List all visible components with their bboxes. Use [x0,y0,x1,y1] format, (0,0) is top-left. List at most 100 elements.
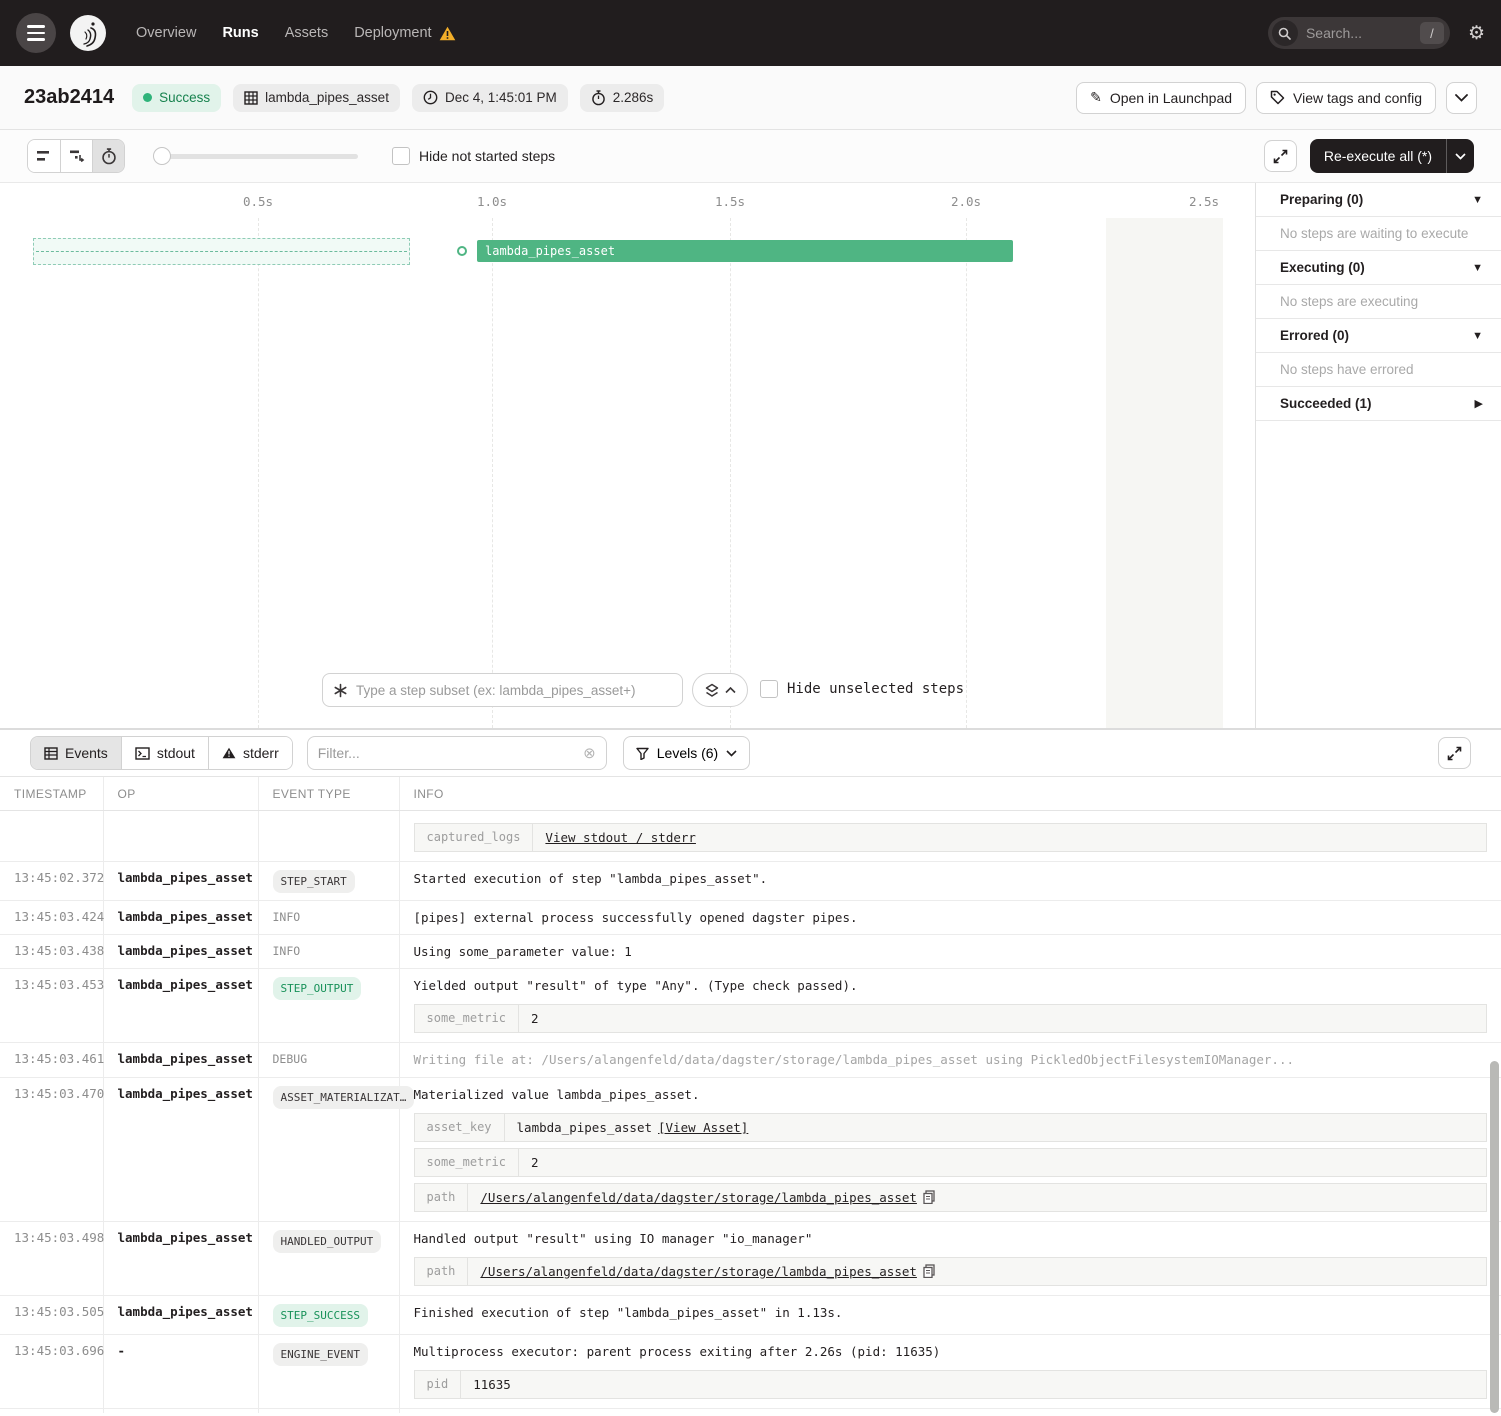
hide-unselected-checkbox[interactable] [760,680,778,698]
grid-icon [244,91,258,105]
run-id: 23ab2414 [24,86,114,109]
reexecute-caret-icon[interactable] [1446,139,1474,173]
gantt-expand-button[interactable] [1264,140,1297,172]
table-row[interactable]: 13:45:03.505 lambda_pipes_asset STEP_SUC… [0,1295,1501,1334]
cell-info: Started execution of step "lambda_pipes_… [399,862,1501,901]
event-type-badge: ENGINE_EVENT [273,1343,368,1366]
warning-triangle-icon [222,747,236,759]
cell-event-type: INFO [258,935,399,969]
cell-info: Handled output "result" using IO manager… [399,1221,1501,1295]
gear-icon[interactable]: ⚙ [1468,22,1485,45]
duration-label: 2.286s [613,90,654,105]
cell-op: lambda_pipes_asset [103,1043,258,1077]
cell-event-type: ENGINE_EVENT [258,1334,399,1408]
search-input[interactable] [1298,25,1420,41]
tag-icon [1270,90,1285,105]
dagster-logo-icon[interactable] [68,13,108,53]
cell-info: Using some_parameter value: 1 [399,935,1501,969]
header-more-button[interactable] [1446,82,1477,114]
stopwatch-icon [591,90,606,106]
table-icon [44,747,58,760]
cell-op: lambda_pipes_asset [103,969,258,1043]
gridline [730,218,731,728]
metadata-row: captured_logs View stdout / stderr [414,823,1488,852]
gantt-step-bar[interactable]: lambda_pipes_asset [477,240,1013,262]
section-title: Preparing (0) [1280,192,1363,207]
waterfall-view-icon[interactable] [60,140,92,172]
col-event-type: EVENT TYPE [258,777,399,811]
copy-icon[interactable] [923,1190,935,1204]
path-link[interactable]: /Users/alangenfeld/data/dagster/storage/… [480,1190,917,1205]
nav-overview-label: Overview [136,25,196,41]
cell-timestamp: 13:45:03.461 [0,1043,103,1077]
axis-tick: 1.5s [715,194,745,209]
table-row[interactable]: 13:45:03.696 - ENGINE_EVENT Multiprocess… [0,1334,1501,1408]
metadata-value: 2 [519,1005,551,1032]
op-selector-icon [333,683,348,698]
table-row[interactable]: 13:45:03.453 lambda_pipes_asset STEP_OUT… [0,969,1501,1043]
event-type-badge: STEP_OUTPUT [273,977,362,1000]
path-link[interactable]: /Users/alangenfeld/data/dagster/storage/… [480,1264,917,1279]
graph-options-button[interactable] [692,673,748,707]
table-row[interactable]: 13:45:02.372 lambda_pipes_asset STEP_STA… [0,862,1501,901]
log-message: Handled output "result" using IO manager… [414,1230,1488,1248]
panel-section-errored[interactable]: Errored (0) ▼ [1256,319,1501,353]
metadata-row: path /Users/alangenfeld/data/dagster/sto… [414,1257,1488,1286]
table-row[interactable]: 13:45:03.424 lambda_pipes_asset INFO [pi… [0,901,1501,935]
cell-timestamp: 13:45:03.498 [0,1221,103,1295]
col-timestamp: TIMESTAMP [0,777,103,811]
nav-runs-label: Runs [222,25,258,41]
tab-events[interactable]: Events [31,737,121,769]
job-tag[interactable]: lambda_pipes_asset [233,84,400,112]
scrollbar-thumb[interactable] [1490,1061,1499,1413]
view-asset-link[interactable]: [View Asset] [658,1120,748,1135]
terminal-icon [135,747,150,760]
table-row[interactable]: captured_logs View stdout / stderr [0,811,1501,862]
tab-stderr[interactable]: stderr [208,737,292,769]
panel-section-succeeded[interactable]: Succeeded (1) ▶ [1256,387,1501,421]
nav-runs[interactable]: Runs [222,25,258,41]
tab-stdout[interactable]: stdout [121,737,208,769]
panel-section-preparing[interactable]: Preparing (0) ▼ [1256,183,1501,217]
view-stdout-stderr-link[interactable]: View stdout / stderr [545,830,696,845]
gridline [966,218,967,728]
table-row[interactable]: 13:45:03.701 - RUN_SUCCESS Finished exec… [0,1408,1501,1413]
zoom-slider[interactable] [153,147,358,165]
filter-input[interactable] [318,745,583,761]
slider-handle[interactable] [153,147,171,165]
log-message: Writing file at: /Users/alangenfeld/data… [414,1051,1488,1069]
caret-right-icon: ▶ [1475,397,1483,410]
nav-assets[interactable]: Assets [285,25,329,41]
cell-info: Writing file at: /Users/alangenfeld/data… [399,1043,1501,1077]
table-row[interactable]: 13:45:03.498 lambda_pipes_asset HANDLED_… [0,1221,1501,1295]
event-type-label: DEBUG [273,1052,308,1066]
step-subset-input[interactable] [356,683,672,698]
metadata-value: 11635 [461,1371,523,1398]
cell-op: lambda_pipes_asset [103,935,258,969]
axis-tick: 2.5s [1189,194,1219,209]
nav-overview[interactable]: Overview [136,25,196,41]
cell-op: lambda_pipes_asset [103,1295,258,1334]
table-row[interactable]: 13:45:03.461 lambda_pipes_asset DEBUG Wr… [0,1043,1501,1077]
cell-event-type: HANDLED_OUTPUT [258,1221,399,1295]
nav-deployment[interactable]: Deployment [354,25,455,41]
search-box[interactable]: / [1268,17,1450,49]
hide-not-started-checkbox[interactable] [392,147,410,165]
view-tags-config-button[interactable]: View tags and config [1256,82,1436,114]
logs-expand-button[interactable] [1438,737,1471,769]
open-in-launchpad-button[interactable]: ✎ Open in Launchpad [1076,82,1246,114]
step-status-panel: Preparing (0) ▼ No steps are waiting to … [1255,183,1501,728]
reexecute-all-button[interactable]: Re-execute all (*) [1310,139,1474,173]
clear-filter-icon[interactable]: ⊗ [583,744,596,762]
menu-icon[interactable] [16,13,56,53]
flat-view-icon[interactable] [28,140,60,172]
levels-dropdown[interactable]: Levels (6) [623,736,750,770]
copy-icon[interactable] [923,1264,935,1278]
panel-section-executing[interactable]: Executing (0) ▼ [1256,251,1501,285]
table-row[interactable]: 13:45:03.438 lambda_pipes_asset INFO Usi… [0,935,1501,969]
log-message: Using some_parameter value: 1 [414,943,1488,961]
search-icon [1272,20,1298,46]
cell-timestamp: 13:45:02.372 [0,862,103,901]
timed-view-icon[interactable] [92,140,124,172]
table-row[interactable]: 13:45:03.470 lambda_pipes_asset ASSET_MA… [0,1077,1501,1221]
